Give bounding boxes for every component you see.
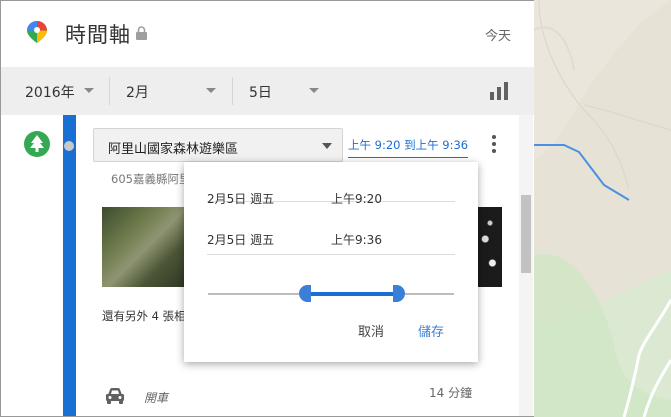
start-time[interactable]: 上午9:20 bbox=[331, 190, 382, 207]
page-title: 時間軸 bbox=[65, 23, 131, 47]
year-value: 2016年 bbox=[25, 85, 75, 101]
lock-icon bbox=[136, 26, 147, 40]
end-time-row[interactable]: 2月5日 週五 上午9:36 bbox=[207, 215, 455, 255]
chevron-down-icon bbox=[206, 88, 216, 93]
car-icon bbox=[106, 388, 124, 404]
more-photos-link[interactable]: 還有另外 4 張相 bbox=[102, 308, 186, 324]
time-editor-popup: 2月5日 週五 上午9:20 2月5日 週五 上午9:36 取消 儲存 bbox=[184, 162, 478, 362]
month-dropdown[interactable]: 2月 bbox=[126, 67, 216, 115]
time-range-field[interactable]: 上午 9:20 到上午 9:36 bbox=[348, 137, 469, 158]
chevron-down-icon bbox=[322, 143, 332, 149]
timeline-dot bbox=[64, 141, 74, 151]
map-view[interactable] bbox=[534, 0, 671, 417]
place-name: 阿里山國家森林遊樂區 bbox=[108, 142, 239, 157]
header: 時間軸 今天 bbox=[1, 1, 534, 67]
park-badge bbox=[24, 131, 50, 157]
more-options-icon[interactable] bbox=[489, 135, 499, 155]
today-button[interactable]: 今天 bbox=[485, 25, 511, 44]
date-filter-bar: 2016年 2月 5日 bbox=[1, 67, 534, 115]
end-date: 2月5日 週五 bbox=[207, 233, 275, 247]
time-range-slider-fill bbox=[308, 292, 395, 296]
scrollbar-thumb[interactable] bbox=[521, 195, 531, 273]
day-dropdown[interactable]: 5日 bbox=[249, 67, 321, 115]
day-value: 5日 bbox=[249, 85, 272, 101]
scrollbar[interactable] bbox=[519, 115, 533, 416]
month-value: 2月 bbox=[126, 85, 149, 101]
tree-icon bbox=[30, 135, 44, 152]
slider-end-handle[interactable] bbox=[392, 285, 405, 302]
slider-start-handle[interactable] bbox=[298, 285, 311, 302]
timeline-line bbox=[63, 115, 76, 416]
start-date: 2月5日 週五 bbox=[207, 192, 275, 206]
divider bbox=[109, 77, 110, 105]
place-photo[interactable] bbox=[478, 207, 502, 287]
place-address: 605嘉義縣阿里 bbox=[111, 172, 191, 186]
google-maps-logo-icon bbox=[27, 21, 47, 43]
cancel-button[interactable]: 取消 bbox=[358, 321, 384, 340]
map-canvas bbox=[534, 0, 671, 417]
travel-mode-label[interactable]: 開車 bbox=[144, 389, 168, 406]
bar-chart-icon[interactable] bbox=[489, 82, 509, 100]
year-dropdown[interactable]: 2016年 bbox=[25, 67, 99, 115]
save-button[interactable]: 儲存 bbox=[418, 321, 444, 340]
place-photo[interactable] bbox=[102, 207, 192, 287]
timeline-panel: 時間軸 今天 2016年 2月 5日 阿里山國家森林遊樂區 上午 9:20 到上… bbox=[0, 0, 534, 417]
divider bbox=[232, 77, 233, 105]
place-dropdown[interactable]: 阿里山國家森林遊樂區 bbox=[93, 128, 343, 162]
chevron-down-icon bbox=[309, 88, 319, 93]
chevron-down-icon bbox=[84, 88, 94, 93]
travel-duration: 14 分鐘 bbox=[429, 386, 473, 400]
start-time-row[interactable]: 2月5日 週五 上午9:20 bbox=[207, 162, 455, 206]
end-time[interactable]: 上午9:36 bbox=[331, 231, 382, 248]
